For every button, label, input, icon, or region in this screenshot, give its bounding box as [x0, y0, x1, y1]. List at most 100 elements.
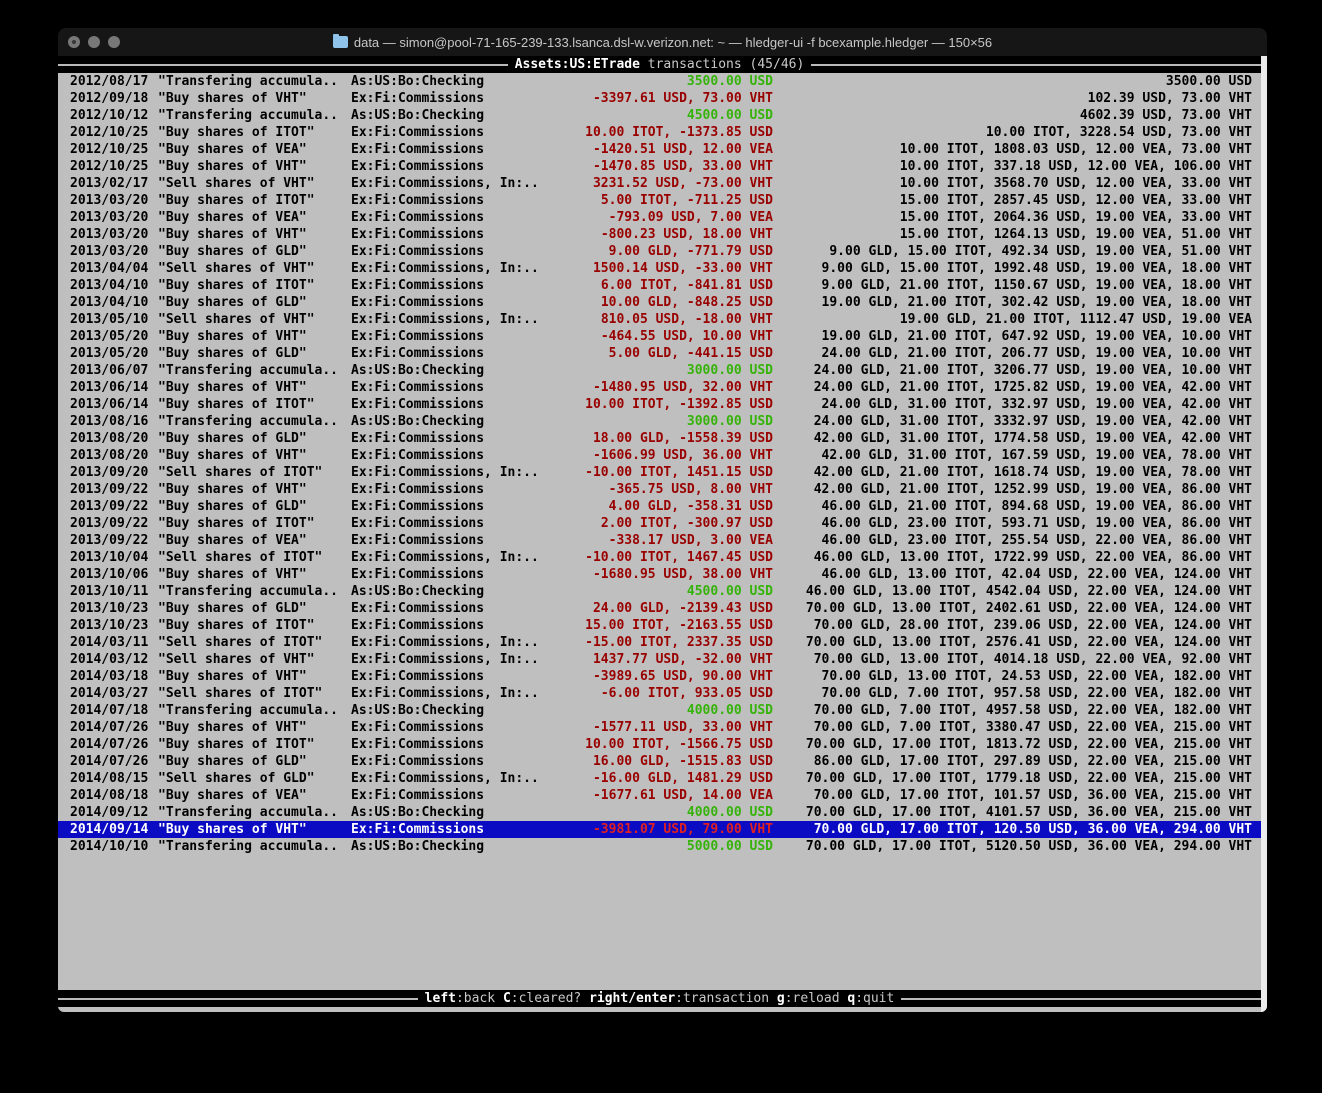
- transaction-row[interactable]: 2013/08/20"Buy shares of GLD"Ex:Fi:Commi…: [58, 430, 1261, 447]
- transaction-row[interactable]: 2013/04/10"Buy shares of GLD"Ex:Fi:Commi…: [58, 294, 1261, 311]
- terminal-screen[interactable]: Assets:US:ETrade transactions (45/46) 20…: [58, 56, 1267, 1012]
- transaction-row[interactable]: 2013/03/20"Buy shares of GLD"Ex:Fi:Commi…: [58, 243, 1261, 260]
- txn-description: "Sell shares of ITOT": [158, 549, 351, 566]
- transaction-row[interactable]: 2013/06/14"Buy shares of ITOT"Ex:Fi:Comm…: [58, 396, 1261, 413]
- terminal-bottom-padding: [58, 1007, 1261, 1012]
- transaction-row[interactable]: 2013/03/20"Buy shares of VHT"Ex:Fi:Commi…: [58, 226, 1261, 243]
- transaction-row[interactable]: 2013/05/10"Sell shares of VHT"Ex:Fi:Comm…: [58, 311, 1261, 328]
- transaction-row[interactable]: 2013/03/20"Buy shares of VEA"Ex:Fi:Commi…: [58, 209, 1261, 226]
- transaction-row[interactable]: 2013/02/17"Sell shares of VHT"Ex:Fi:Comm…: [58, 175, 1261, 192]
- transaction-row[interactable]: 2013/09/22"Buy shares of ITOT"Ex:Fi:Comm…: [58, 515, 1261, 532]
- transaction-row[interactable]: 2013/03/20"Buy shares of ITOT"Ex:Fi:Comm…: [58, 192, 1261, 209]
- txn-account: Ex:Fi:Commissions: [351, 481, 543, 498]
- transaction-row[interactable]: 2014/10/10"Transfering accumula..As:US:B…: [58, 838, 1261, 855]
- txn-account: Ex:Fi:Commissions, In:..: [351, 685, 543, 702]
- transaction-row[interactable]: 2013/09/22"Buy shares of VEA"Ex:Fi:Commi…: [58, 532, 1261, 549]
- txn-date: 2012/10/25: [70, 141, 158, 158]
- transaction-row[interactable]: 2013/08/16"Transfering accumula..As:US:B…: [58, 413, 1261, 430]
- txn-amount: 15.00 ITOT, -2163.55 USD: [543, 617, 773, 634]
- txn-account: Ex:Fi:Commissions, In:..: [351, 770, 543, 787]
- txn-date: 2013/09/22: [70, 481, 158, 498]
- txn-amount: -464.55 USD, 10.00 VHT: [543, 328, 773, 345]
- transaction-row[interactable]: 2014/07/26"Buy shares of VHT"Ex:Fi:Commi…: [58, 719, 1261, 736]
- transaction-row[interactable]: 2013/10/11"Transfering accumula..As:US:B…: [58, 583, 1261, 600]
- transaction-row[interactable]: 2013/08/20"Buy shares of VHT"Ex:Fi:Commi…: [58, 447, 1261, 464]
- txn-description: "Buy shares of ITOT": [158, 736, 351, 753]
- close-button[interactable]: [68, 36, 80, 48]
- txn-date: 2013/10/11: [70, 583, 158, 600]
- txn-description: "Transfering accumula..: [158, 107, 351, 124]
- txn-date: 2013/08/20: [70, 447, 158, 464]
- transaction-row[interactable]: 2012/10/25"Buy shares of VEA"Ex:Fi:Commi…: [58, 141, 1261, 158]
- transaction-row[interactable]: 2013/10/23"Buy shares of GLD"Ex:Fi:Commi…: [58, 600, 1261, 617]
- scrollbar-track[interactable]: [1261, 56, 1267, 1012]
- transaction-row[interactable]: 2013/09/22"Buy shares of GLD"Ex:Fi:Commi…: [58, 498, 1261, 515]
- txn-description: "Buy shares of GLD": [158, 600, 351, 617]
- window-titlebar[interactable]: data — simon@pool-71-165-239-133.lsanca.…: [58, 28, 1267, 56]
- txn-date: 2014/08/18: [70, 787, 158, 804]
- zoom-button[interactable]: [108, 36, 120, 48]
- txn-date: 2012/10/12: [70, 107, 158, 124]
- transaction-row[interactable]: 2013/10/06"Buy shares of VHT"Ex:Fi:Commi…: [58, 566, 1261, 583]
- transaction-row[interactable]: 2013/04/04"Sell shares of VHT"Ex:Fi:Comm…: [58, 260, 1261, 277]
- txn-amount: 10.00 ITOT, -1566.75 USD: [543, 736, 773, 753]
- transaction-row[interactable]: 2014/09/12"Transfering accumula..As:US:B…: [58, 804, 1261, 821]
- transaction-row[interactable]: 2014/03/27"Sell shares of ITOT"Ex:Fi:Com…: [58, 685, 1261, 702]
- txn-description: "Buy shares of ITOT": [158, 396, 351, 413]
- minimize-button[interactable]: [88, 36, 100, 48]
- txn-amount: -15.00 ITOT, 2337.35 USD: [543, 634, 773, 651]
- transaction-row[interactable]: 2013/06/14"Buy shares of VHT"Ex:Fi:Commi…: [58, 379, 1261, 396]
- transaction-row[interactable]: 2013/05/20"Buy shares of VHT"Ex:Fi:Commi…: [58, 328, 1261, 345]
- transaction-row[interactable]: 2014/07/26"Buy shares of GLD"Ex:Fi:Commi…: [58, 753, 1261, 770]
- transaction-row[interactable]: 2014/07/18"Transfering accumula..As:US:B…: [58, 702, 1261, 719]
- transaction-row[interactable]: 2013/05/20"Buy shares of GLD"Ex:Fi:Commi…: [58, 345, 1261, 362]
- txn-amount: -1480.95 USD, 32.00 VHT: [543, 379, 773, 396]
- txn-date: 2013/05/20: [70, 328, 158, 345]
- transaction-row[interactable]: 2013/10/23"Buy shares of ITOT"Ex:Fi:Comm…: [58, 617, 1261, 634]
- txn-date: 2013/03/20: [70, 209, 158, 226]
- window-title-area: data — simon@pool-71-165-239-133.lsanca.…: [58, 35, 1267, 50]
- txn-balance: 46.00 GLD, 23.00 ITOT, 593.71 USD, 19.00…: [773, 515, 1252, 532]
- txn-date: 2013/03/20: [70, 226, 158, 243]
- txn-account: Ex:Fi:Commissions: [351, 243, 543, 260]
- txn-description: "Buy shares of VEA": [158, 209, 351, 226]
- txn-amount: 10.00 ITOT, -1373.85 USD: [543, 124, 773, 141]
- transaction-row[interactable]: 2012/10/25"Buy shares of ITOT"Ex:Fi:Comm…: [58, 124, 1261, 141]
- footer-rule-left: [58, 998, 418, 1000]
- txn-date: 2014/10/10: [70, 838, 158, 855]
- transaction-row[interactable]: 2012/10/25"Buy shares of VHT"Ex:Fi:Commi…: [58, 158, 1261, 175]
- status-bar: left:back C:cleared? right/enter:transac…: [58, 990, 1261, 1007]
- txn-account: Ex:Fi:Commissions: [351, 447, 543, 464]
- transaction-row[interactable]: 2012/09/18"Buy shares of VHT"Ex:Fi:Commi…: [58, 90, 1261, 107]
- transaction-row[interactable]: 2013/09/20"Sell shares of ITOT"Ex:Fi:Com…: [58, 464, 1261, 481]
- transaction-row[interactable]: 2014/08/15"Sell shares of GLD"Ex:Fi:Comm…: [58, 770, 1261, 787]
- txn-account: Ex:Fi:Commissions: [351, 328, 543, 345]
- transaction-row[interactable]: 2014/08/18"Buy shares of VEA"Ex:Fi:Commi…: [58, 787, 1261, 804]
- transaction-row[interactable]: 2014/03/11"Sell shares of ITOT"Ex:Fi:Com…: [58, 634, 1261, 651]
- transaction-row[interactable]: 2014/03/12"Sell shares of VHT"Ex:Fi:Comm…: [58, 651, 1261, 668]
- transaction-row[interactable]: 2013/10/04"Sell shares of ITOT"Ex:Fi:Com…: [58, 549, 1261, 566]
- traffic-lights: [68, 28, 120, 56]
- txn-amount: 4000.00 USD: [543, 702, 773, 719]
- transaction-row[interactable]: 2014/09/14"Buy shares of VHT"Ex:Fi:Commi…: [58, 821, 1261, 838]
- txn-description: "Transfering accumula..: [158, 804, 351, 821]
- txn-account: Ex:Fi:Commissions: [351, 192, 543, 209]
- transaction-row[interactable]: 2013/04/10"Buy shares of ITOT"Ex:Fi:Comm…: [58, 277, 1261, 294]
- txn-balance: 42.00 GLD, 21.00 ITOT, 1252.99 USD, 19.0…: [773, 481, 1252, 498]
- folder-icon: [333, 36, 348, 48]
- txn-date: 2012/09/18: [70, 90, 158, 107]
- transaction-row[interactable]: 2014/03/18"Buy shares of VHT"Ex:Fi:Commi…: [58, 668, 1261, 685]
- txn-amount: 10.00 ITOT, -1392.85 USD: [543, 396, 773, 413]
- txn-amount: 10.00 GLD, -848.25 USD: [543, 294, 773, 311]
- txn-account: Ex:Fi:Commissions: [351, 124, 543, 141]
- txn-account: Ex:Fi:Commissions: [351, 668, 543, 685]
- txn-balance: 70.00 GLD, 28.00 ITOT, 239.06 USD, 22.00…: [773, 617, 1252, 634]
- transaction-row[interactable]: 2012/10/12"Transfering accumula..As:US:B…: [58, 107, 1261, 124]
- txn-balance: 70.00 GLD, 7.00 ITOT, 4957.58 USD, 22.00…: [773, 702, 1252, 719]
- transaction-row[interactable]: 2013/09/22"Buy shares of VHT"Ex:Fi:Commi…: [58, 481, 1261, 498]
- txn-date: 2013/05/10: [70, 311, 158, 328]
- transaction-row[interactable]: 2012/08/17"Transfering accumula..As:US:B…: [58, 73, 1261, 90]
- transaction-row[interactable]: 2014/07/26"Buy shares of ITOT"Ex:Fi:Comm…: [58, 736, 1261, 753]
- txn-amount: -16.00 GLD, 1481.29 USD: [543, 770, 773, 787]
- transaction-row[interactable]: 2013/06/07"Transfering accumula..As:US:B…: [58, 362, 1261, 379]
